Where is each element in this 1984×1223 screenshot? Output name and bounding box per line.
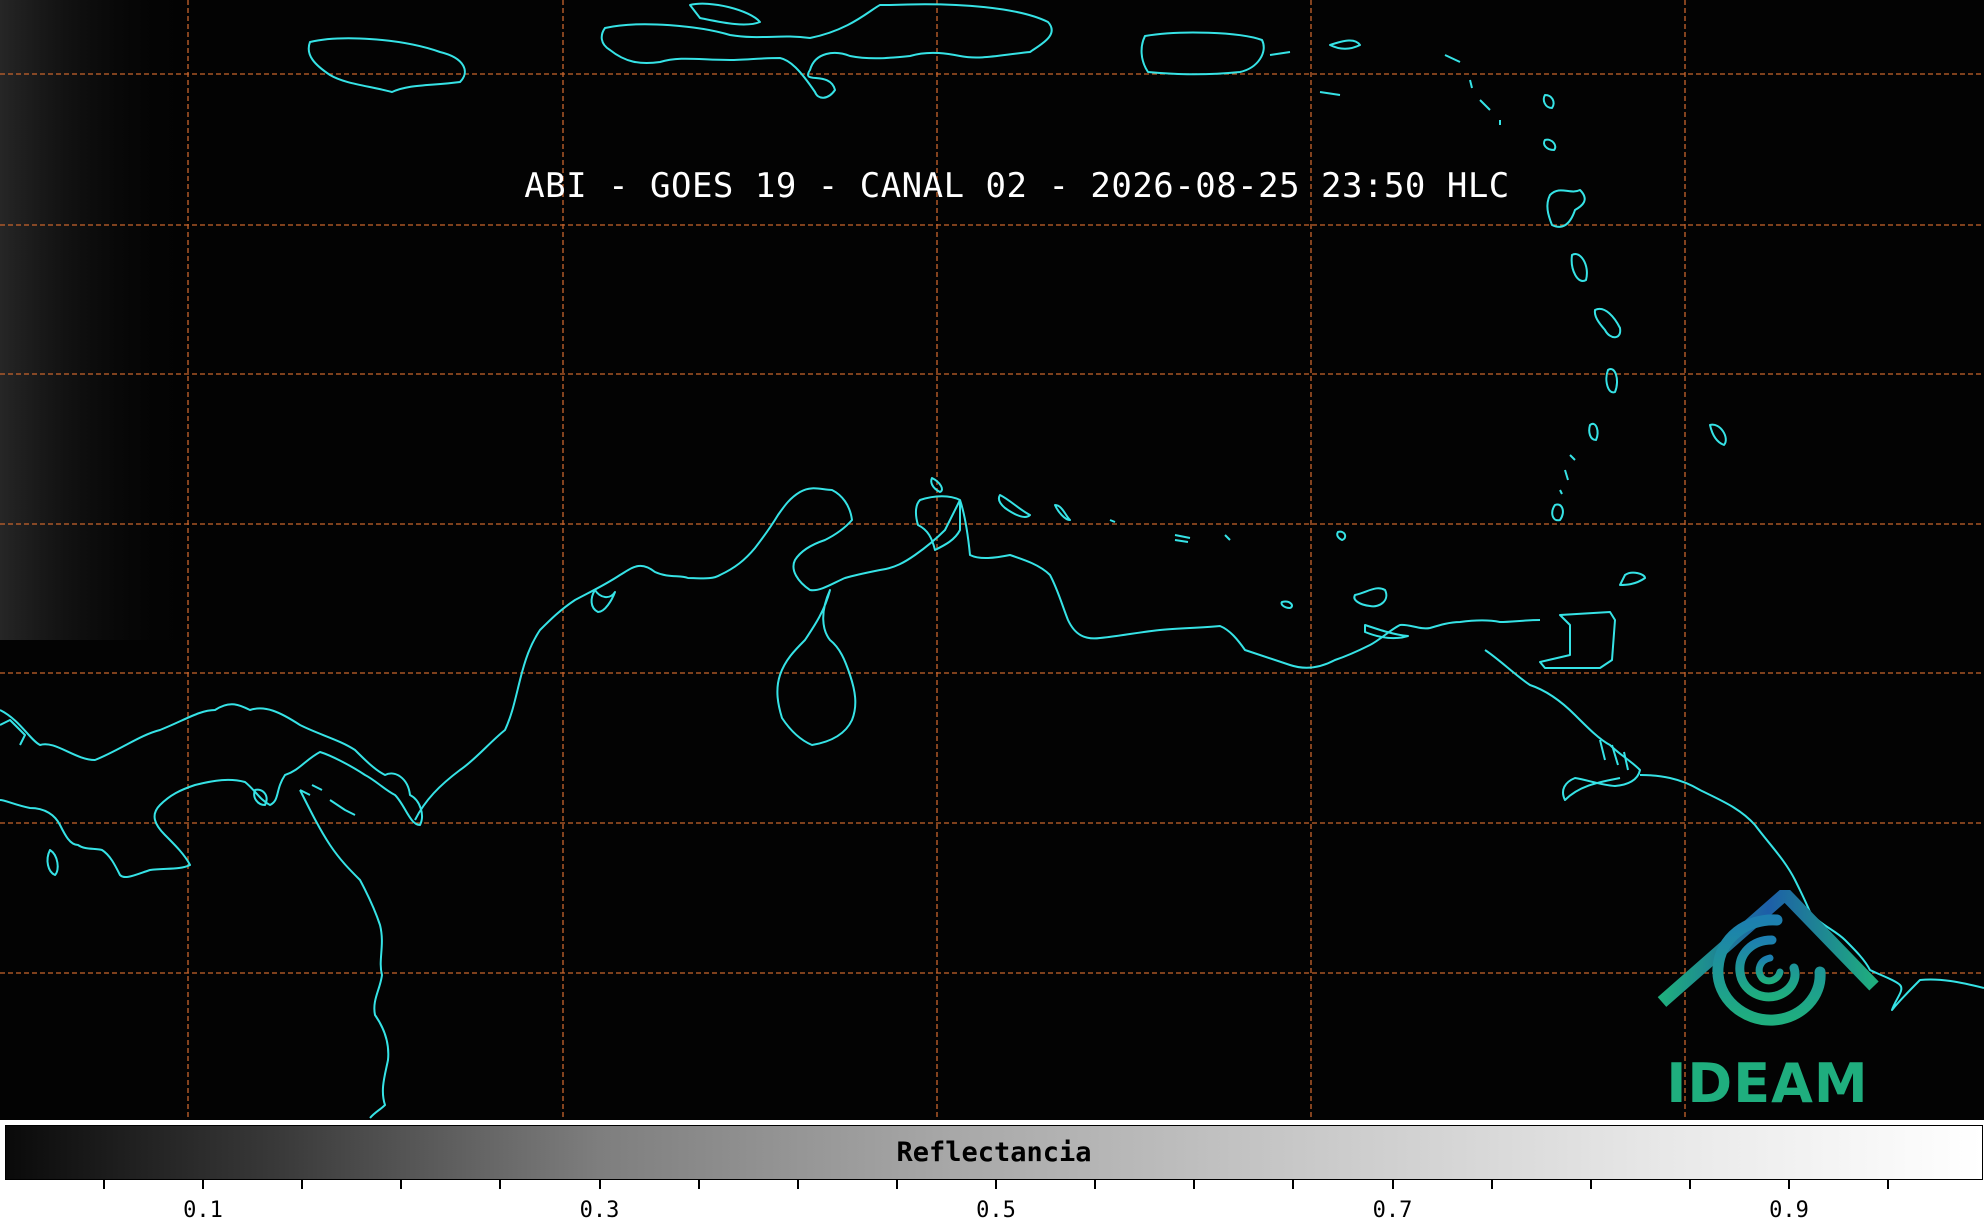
satellite-map: ABI - GOES 19 - CANAL 02 - 2026-08-25 23… <box>0 0 1984 1120</box>
colorbar-label: Reflectancia <box>896 1137 1092 1168</box>
colorbar-tick <box>1391 1180 1394 1189</box>
colorbar-tick <box>400 1180 403 1189</box>
coast-golfo-uraba <box>590 589 616 613</box>
coast-los-roques <box>1174 534 1191 543</box>
colorbar-tick-label: 0.3 <box>579 1198 620 1223</box>
coast-bocas <box>0 719 26 746</box>
colorbar-tick <box>1193 1180 1196 1189</box>
coast-trinidad <box>1539 611 1616 669</box>
coast-islet <box>1224 534 1231 541</box>
colorbar-tick-label: 0.7 <box>1372 1198 1413 1223</box>
coast-la-blanquilla <box>1280 600 1293 609</box>
coast-hispaniola <box>600 3 1053 99</box>
coast-dominica <box>1570 253 1588 282</box>
colorbar-tick <box>1688 1180 1691 1189</box>
coast-barbados <box>1709 423 1727 446</box>
coast-antigua <box>1542 94 1555 109</box>
coast-st-vincent <box>1588 422 1599 441</box>
colorbar-tick <box>202 1180 204 1189</box>
coast-colombia-pacific <box>299 789 390 1119</box>
coast-lake-maracaibo <box>776 589 857 746</box>
colorbar: Reflectancia <box>5 1125 1983 1180</box>
coast-islet <box>1329 39 1361 50</box>
coast-islet <box>1109 519 1116 523</box>
colorbar-tick <box>1292 1180 1295 1189</box>
colorbar-tick <box>598 1180 601 1189</box>
colorbar-tick <box>1589 1180 1592 1189</box>
coast-islet <box>1319 91 1341 96</box>
colorbar-axis: 0.1 0.3 0.5 0.7 0.9 <box>0 1180 1984 1223</box>
coast-panama-costa-rica <box>0 703 423 879</box>
coast-orinoco-channels <box>1599 739 1629 771</box>
colorbar-tick <box>1887 1180 1890 1189</box>
coast-nicoya <box>46 849 59 876</box>
colorbar-tick <box>301 1180 304 1189</box>
colorbar-tick <box>1094 1180 1097 1189</box>
colorbar-tick <box>995 1180 997 1189</box>
coast-montserrat <box>1543 138 1557 151</box>
coast-st-lucia <box>1605 368 1618 394</box>
cloud-haze <box>0 0 190 640</box>
colorbar-tick <box>1490 1180 1493 1189</box>
colorbar-tick-label: 0.9 <box>1769 1198 1809 1223</box>
coast-curacao <box>997 494 1031 518</box>
map-title: ABI - GOES 19 - CANAL 02 - 2026-08-25 23… <box>524 166 1510 206</box>
coast-guajira <box>914 495 961 551</box>
coast-jamaica <box>307 37 466 93</box>
coast-martinique <box>1593 307 1622 339</box>
coast-puerto-rico <box>1140 31 1265 76</box>
coast-tobago <box>1619 571 1646 586</box>
colorbar-tick <box>796 1180 799 1189</box>
coast-margarita <box>1353 587 1388 608</box>
coast-colombia-caribbean <box>414 487 961 821</box>
colorbar-tick <box>499 1180 502 1189</box>
coast-bonaire <box>1054 504 1071 521</box>
colorbar-tick-label: 0.5 <box>976 1198 1016 1223</box>
coast-coche <box>1364 624 1409 640</box>
logo-text: IDEAM <box>1666 1052 1869 1115</box>
colorbar-tick <box>1788 1180 1790 1189</box>
coast-pearl-islands <box>299 784 356 816</box>
colorbar-tick <box>102 1180 105 1189</box>
coast-grenadines <box>1559 454 1576 495</box>
colorbar-tick <box>895 1180 898 1189</box>
coast-islet <box>1336 530 1347 541</box>
coast-virgin-islands <box>1444 54 1501 125</box>
coast-grenada <box>1551 503 1564 522</box>
coast-vieques <box>1269 51 1291 56</box>
colorbar-tick <box>697 1180 700 1189</box>
colorbar-tick-label: 0.1 <box>183 1198 223 1223</box>
coast-tortuga <box>689 2 761 26</box>
coast-venezuela <box>959 499 1541 669</box>
